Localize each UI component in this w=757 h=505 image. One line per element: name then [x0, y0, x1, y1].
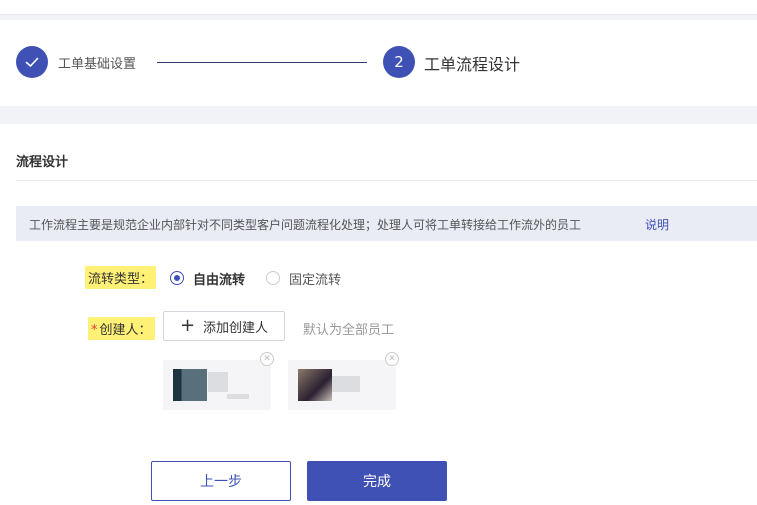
section-title: 流程设计	[16, 155, 69, 170]
radio-fixed-flow[interactable]	[266, 271, 280, 285]
close-icon[interactable]: ✕	[385, 352, 399, 366]
default-hint: 默认为全部员工	[303, 323, 395, 338]
finish-button[interactable]: 完成	[307, 461, 447, 501]
step2-number: 2	[383, 46, 415, 78]
check-icon	[16, 46, 48, 78]
avatar	[173, 369, 207, 401]
required-mark: *	[91, 323, 98, 338]
info-bar: 工作流程主要是规范企业内部针对不同类型客户问题流程化处理；处理人可将工单转接给工…	[16, 206, 757, 241]
radio-free-flow[interactable]	[170, 271, 184, 285]
add-creator-label: 添加创建人	[203, 320, 269, 336]
step1-label: 工单基础设置	[58, 57, 137, 72]
blurred-name	[208, 372, 228, 392]
info-link[interactable]: 说明	[645, 216, 669, 233]
plus-icon: +	[179, 315, 196, 336]
blurred-name	[332, 376, 360, 392]
creator-chip: ✕	[163, 352, 274, 410]
creator-label-text: 创建人：	[99, 323, 152, 338]
close-icon[interactable]: ✕	[260, 352, 274, 366]
step2-label: 工单流程设计	[424, 55, 521, 74]
info-text: 工作流程主要是规范企业内部针对不同类型客户问题流程化处理；处理人可将工单转接给工…	[29, 218, 582, 232]
section-divider	[16, 180, 757, 181]
flow-type-label: 流转类型：	[85, 266, 157, 289]
creator-label: * 创建人：	[88, 317, 155, 340]
stepper: 工单基础设置 2 工单流程设计	[0, 20, 757, 106]
prev-step-button[interactable]: 上一步	[151, 461, 291, 501]
blurred-subtext	[227, 394, 249, 399]
radio-fixed-flow-label[interactable]: 固定流转	[289, 269, 341, 288]
step-connector	[157, 62, 367, 63]
top-bar	[0, 0, 757, 15]
radio-free-flow-label[interactable]: 自由流转	[193, 269, 245, 288]
flow-design-card: 流程设计 工作流程主要是规范企业内部针对不同类型客户问题流程化处理；处理人可将工…	[0, 124, 757, 505]
avatar	[298, 369, 332, 401]
add-creator-button[interactable]: + 添加创建人	[163, 311, 285, 341]
creator-chip: ✕	[288, 352, 399, 410]
